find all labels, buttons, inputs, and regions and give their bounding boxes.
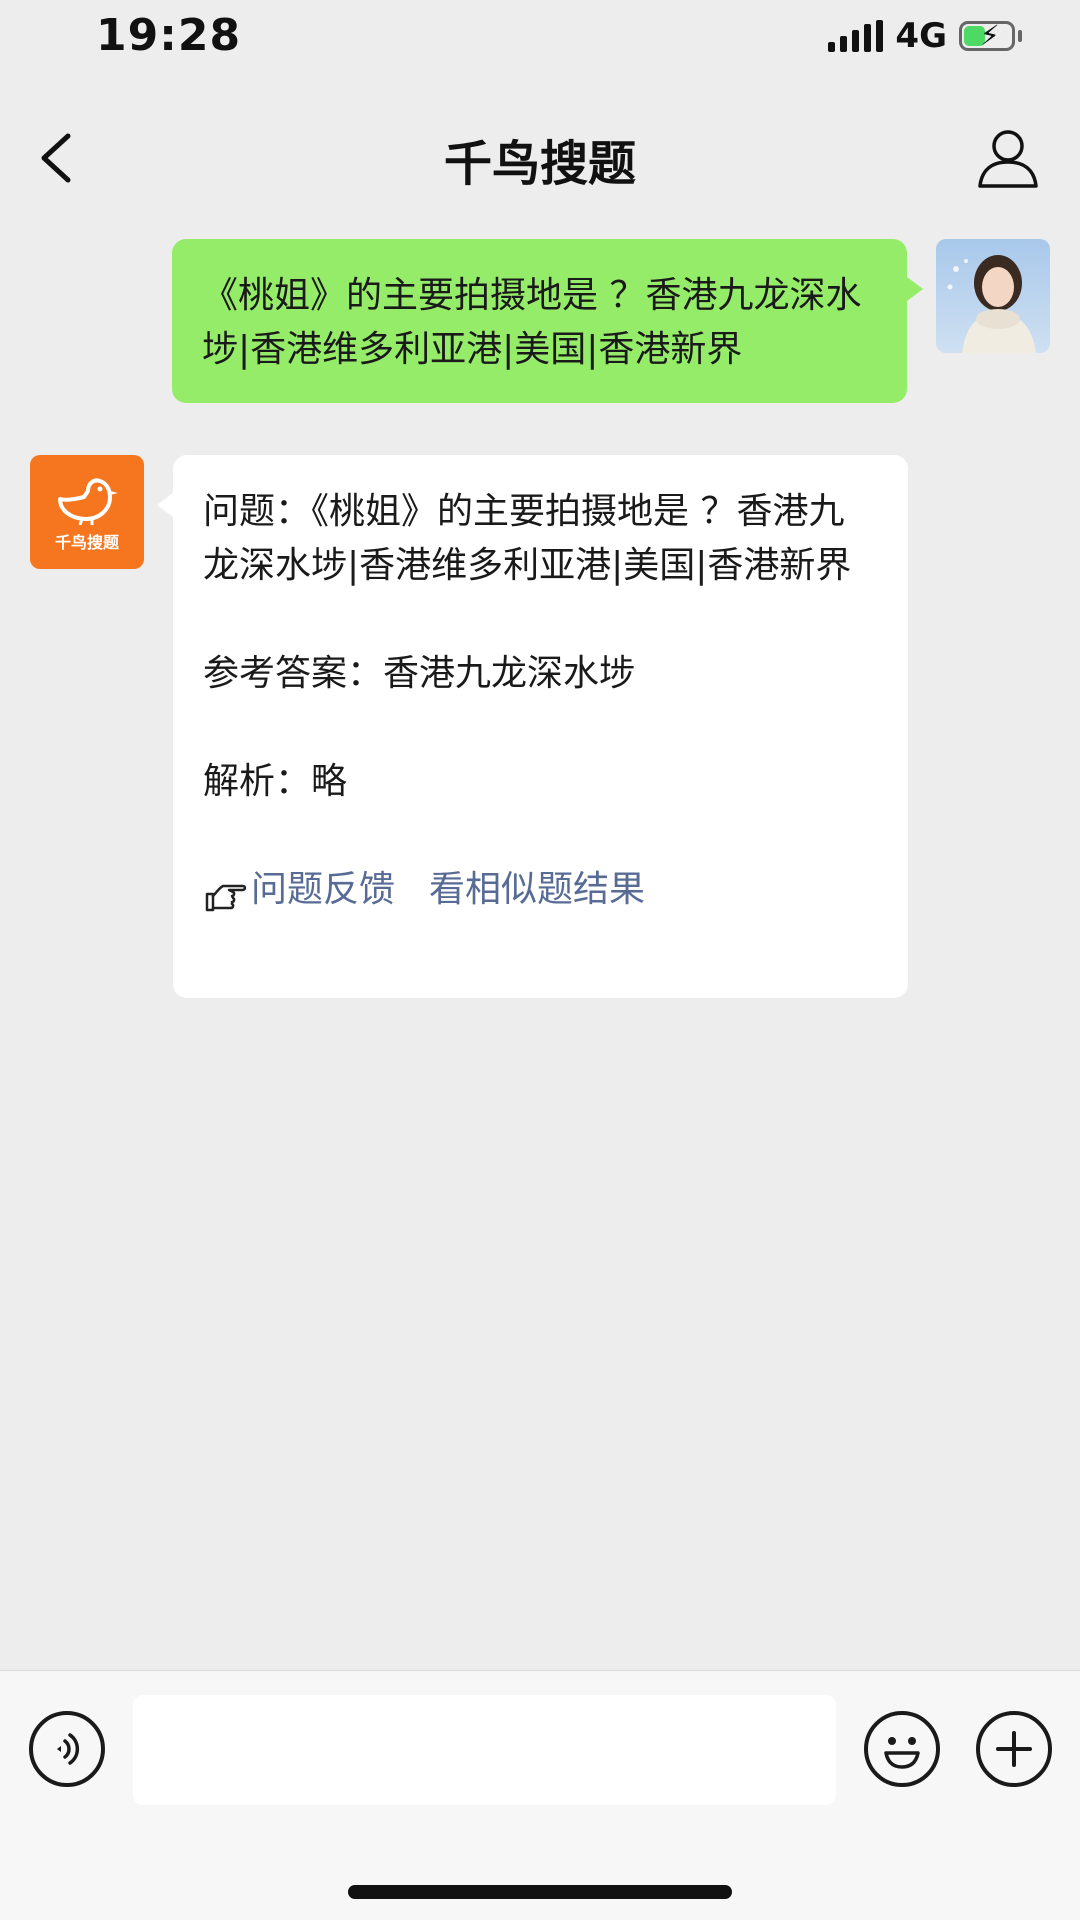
pointing-hand-icon	[205, 884, 247, 912]
voice-icon	[57, 1733, 80, 1765]
battery-tip	[1018, 30, 1022, 42]
similar-results-link[interactable]: 看相似题结果	[429, 863, 645, 917]
home-indicator[interactable]	[348, 1885, 732, 1899]
plus-icon	[996, 1731, 1032, 1767]
nav-bar: 千鸟搜题	[0, 90, 1080, 220]
network-type: 4G	[895, 16, 947, 56]
reply-actions: 问题反馈 看相似题结果	[203, 863, 878, 917]
bird-logo-icon	[58, 478, 118, 525]
answer-text: 香港九龙深水埗	[383, 653, 636, 694]
answer-label: 参考答案：	[203, 653, 384, 694]
feedback-link[interactable]: 问题反馈	[251, 863, 395, 917]
smiley-icon	[884, 1737, 920, 1769]
input-bar	[0, 1670, 1080, 1920]
person-icon[interactable]	[976, 126, 1040, 190]
status-time: 19:28	[96, 10, 242, 61]
analysis-line: 解析：略	[203, 755, 878, 809]
user-message-bubble[interactable]: 《桃姐》的主要拍摄地是 ？香港九龙深水埗|香港维多利亚港|美国|香港新界	[172, 239, 923, 403]
user-avatar-image	[936, 239, 1050, 353]
analysis-label: 解析：	[203, 761, 312, 802]
question-label: 问题：	[203, 491, 312, 532]
battery-icon: ⚡	[959, 19, 1015, 52]
user-avatar[interactable]	[936, 239, 1050, 353]
bot-avatar-label: 千鸟搜题	[54, 533, 119, 552]
answer-line: 参考答案：香港九龙深水埗	[203, 647, 878, 701]
status-indicators: 4G ⚡	[828, 16, 1022, 56]
bot-avatar[interactable]: 千鸟搜题	[30, 455, 144, 569]
user-message-text: 《桃姐》的主要拍摄地是 ？香港九龙深水埗|香港维多利亚港|美国|香港新界	[202, 275, 862, 370]
message-input[interactable]	[133, 1695, 836, 1805]
page-title: 千鸟搜题	[443, 136, 636, 192]
signal-icon	[828, 20, 884, 52]
bot-reply-bubble: 问题：《桃姐》的主要拍摄地是 ？香港九龙深水埗|香港维多利亚港|美国|香港新界 …	[157, 455, 908, 998]
status-bar: 19:28 4G ⚡	[0, 0, 1080, 90]
voice-button[interactable]	[29, 1711, 105, 1787]
plus-button[interactable]	[976, 1711, 1052, 1787]
analysis-text: 略	[311, 761, 348, 802]
emoji-button[interactable]	[864, 1711, 940, 1787]
question-line: 问题：《桃姐》的主要拍摄地是 ？香港九龙深水埗|香港维多利亚港|美国|香港新界	[203, 485, 878, 593]
